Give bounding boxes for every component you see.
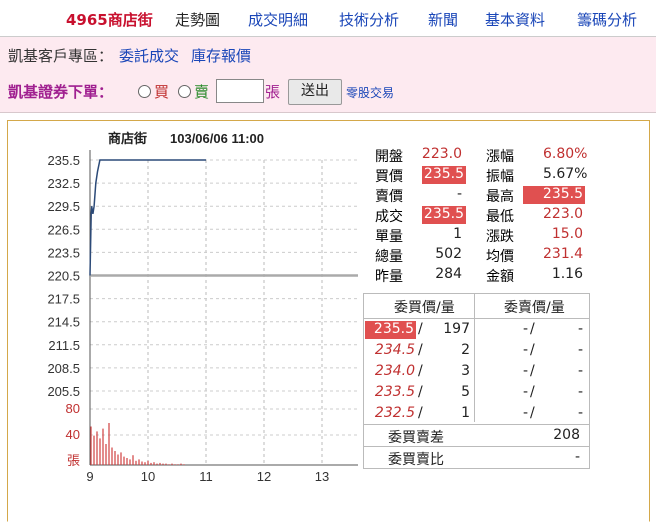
ask-qty: - bbox=[577, 384, 583, 400]
quote-label: 漲跌 bbox=[486, 229, 514, 245]
y-tick-label: 223.5 bbox=[47, 245, 80, 260]
ask-value: - bbox=[456, 186, 462, 202]
last-price-value: 235.5 bbox=[422, 206, 466, 224]
quote-row: 單量 1 漲跌 15.0 bbox=[363, 225, 588, 245]
prev-volume-value: 284 bbox=[435, 266, 462, 282]
change-pct-value: 6.80% bbox=[543, 146, 588, 162]
ask-price: - bbox=[522, 342, 528, 358]
quote-row: 開盤 223.0 漲幅 6.80% bbox=[363, 145, 588, 165]
quote-row: 昨量 284 金額 1.16 bbox=[363, 265, 588, 285]
ask-price: - bbox=[522, 321, 528, 337]
order-book-row: 233.5/5- / - bbox=[364, 382, 589, 403]
amount-value: 1.16 bbox=[551, 266, 583, 282]
bid-qty: 1 bbox=[461, 405, 470, 421]
quote-row: 總量 502 均價 231.4 bbox=[363, 245, 588, 265]
quote-label: 昨量 bbox=[375, 269, 403, 285]
order-book-row: 235.5/197- / - bbox=[364, 319, 589, 340]
ask-price: - bbox=[522, 384, 528, 400]
low-value: 223.0 bbox=[543, 206, 584, 222]
volume-label: 80 bbox=[66, 401, 80, 416]
x-tick-label: 9 bbox=[86, 469, 93, 484]
quote-label: 賣價 bbox=[375, 189, 403, 205]
x-tick-label: 13 bbox=[315, 469, 329, 484]
ask-qty: - bbox=[577, 342, 583, 358]
y-tick-label: 226.5 bbox=[47, 222, 80, 237]
bid-ask-ratio-label: 委買賣比 bbox=[388, 452, 444, 468]
y-axis-ticks: 235.5 232.5 229.5 226.5 223.5 220.5 217.5 214.5… bbox=[47, 153, 80, 399]
quote-label: 金額 bbox=[486, 269, 514, 285]
quote-label: 單量 bbox=[375, 229, 403, 245]
bid-qty: 5 bbox=[461, 384, 470, 400]
quote-label: 振幅 bbox=[486, 169, 514, 185]
average-price-value: 231.4 bbox=[543, 246, 584, 262]
total-volume-value: 502 bbox=[435, 246, 462, 262]
y-tick-label: 229.5 bbox=[47, 199, 80, 214]
quote-label: 開盤 bbox=[375, 149, 403, 165]
bid-ask-diff-row: 委買賣差 208 bbox=[364, 425, 589, 447]
bid-ask-diff-label: 委買賣差 bbox=[388, 430, 444, 446]
order-book-summary: 委買賣差 208 委買賣比 - bbox=[364, 424, 589, 468]
bid-ask-diff-value: 208 bbox=[553, 427, 580, 443]
bid-qty: 3 bbox=[461, 363, 470, 379]
quote-label: 漲幅 bbox=[486, 149, 514, 165]
ask-qty: - bbox=[577, 363, 583, 379]
order-book-row: 232.5/1- / - bbox=[364, 403, 589, 424]
volume-axis-labels: 80 40 張 bbox=[66, 401, 80, 468]
x-tick-label: 12 bbox=[257, 469, 271, 484]
quote-row: 成交 235.5 最低 223.0 bbox=[363, 205, 588, 225]
volume-bars bbox=[90, 423, 185, 465]
amplitude-value: 5.67% bbox=[543, 166, 588, 182]
chart-timestamp: 103/06/06 11:00 bbox=[170, 131, 264, 146]
x-axis-ticks: 9 10 11 12 13 bbox=[86, 469, 329, 484]
bid-qty: 197 bbox=[443, 321, 470, 337]
open-value: 223.0 bbox=[421, 146, 462, 162]
high-value: 235.5 bbox=[523, 186, 585, 204]
chart-grid bbox=[89, 150, 358, 466]
quote-row: 賣價 - 最高 235.5 bbox=[363, 185, 588, 205]
bid-value: 235.5 bbox=[422, 166, 466, 184]
y-tick-label: 211.5 bbox=[48, 338, 80, 353]
bid-price: 234.5 bbox=[374, 342, 415, 358]
volume-label: 40 bbox=[66, 427, 80, 442]
ask-price: - bbox=[522, 405, 528, 421]
order-book: 委買價/量 委賣價/量 235.5/197- / - 234.5/2- / - 234.… bbox=[363, 293, 590, 469]
unit-volume-value: 1 bbox=[453, 226, 462, 242]
bid-ask-ratio-row: 委買賣比 - bbox=[364, 447, 589, 468]
bid-qty: 2 bbox=[461, 342, 470, 358]
bid-ask-ratio-value: - bbox=[574, 449, 580, 465]
y-tick-label: 205.5 bbox=[47, 384, 80, 399]
quote-label: 買價 bbox=[375, 169, 403, 185]
ask-qty: - bbox=[577, 321, 583, 337]
y-tick-label: 235.5 bbox=[47, 153, 80, 168]
chart-title: 商店街 bbox=[108, 131, 147, 146]
bid-price: 234.0 bbox=[374, 363, 415, 379]
bid-price: 235.5 bbox=[365, 321, 416, 339]
order-book-header: 委買價/量 委賣價/量 bbox=[364, 294, 589, 319]
ask-qty: - bbox=[577, 405, 583, 421]
y-tick-label: 208.5 bbox=[47, 361, 80, 376]
ask-header: 委賣價/量 bbox=[504, 300, 565, 316]
y-tick-label: 220.5 bbox=[47, 269, 80, 284]
quote-row: 買價 235.5 振幅 5.67% bbox=[363, 165, 588, 185]
quote-label: 成交 bbox=[375, 209, 403, 225]
ask-price: - bbox=[522, 363, 528, 379]
order-book-row: 234.5/2- / - bbox=[364, 340, 589, 361]
quote-label: 最低 bbox=[486, 209, 514, 225]
bid-price: 232.5 bbox=[374, 405, 415, 421]
order-book-row: 234.0/3- / - bbox=[364, 361, 589, 382]
y-tick-label: 214.5 bbox=[47, 315, 80, 330]
quote-label: 最高 bbox=[486, 189, 514, 205]
y-tick-label: 217.5 bbox=[47, 292, 80, 307]
quote-label: 總量 bbox=[375, 249, 403, 265]
volume-label: 張 bbox=[67, 453, 80, 468]
y-tick-label: 232.5 bbox=[47, 176, 80, 191]
x-tick-label: 10 bbox=[141, 469, 155, 484]
quote-table: 開盤 223.0 漲幅 6.80% 買價 235.5 振幅 5.67% 賣價 - 最高 235.5… bbox=[363, 145, 588, 285]
bid-header: 委買價/量 bbox=[394, 300, 455, 316]
x-tick-label: 11 bbox=[199, 469, 213, 484]
bid-price: 233.5 bbox=[374, 384, 415, 400]
quote-label: 均價 bbox=[486, 249, 514, 265]
change-value: 15.0 bbox=[551, 226, 583, 242]
